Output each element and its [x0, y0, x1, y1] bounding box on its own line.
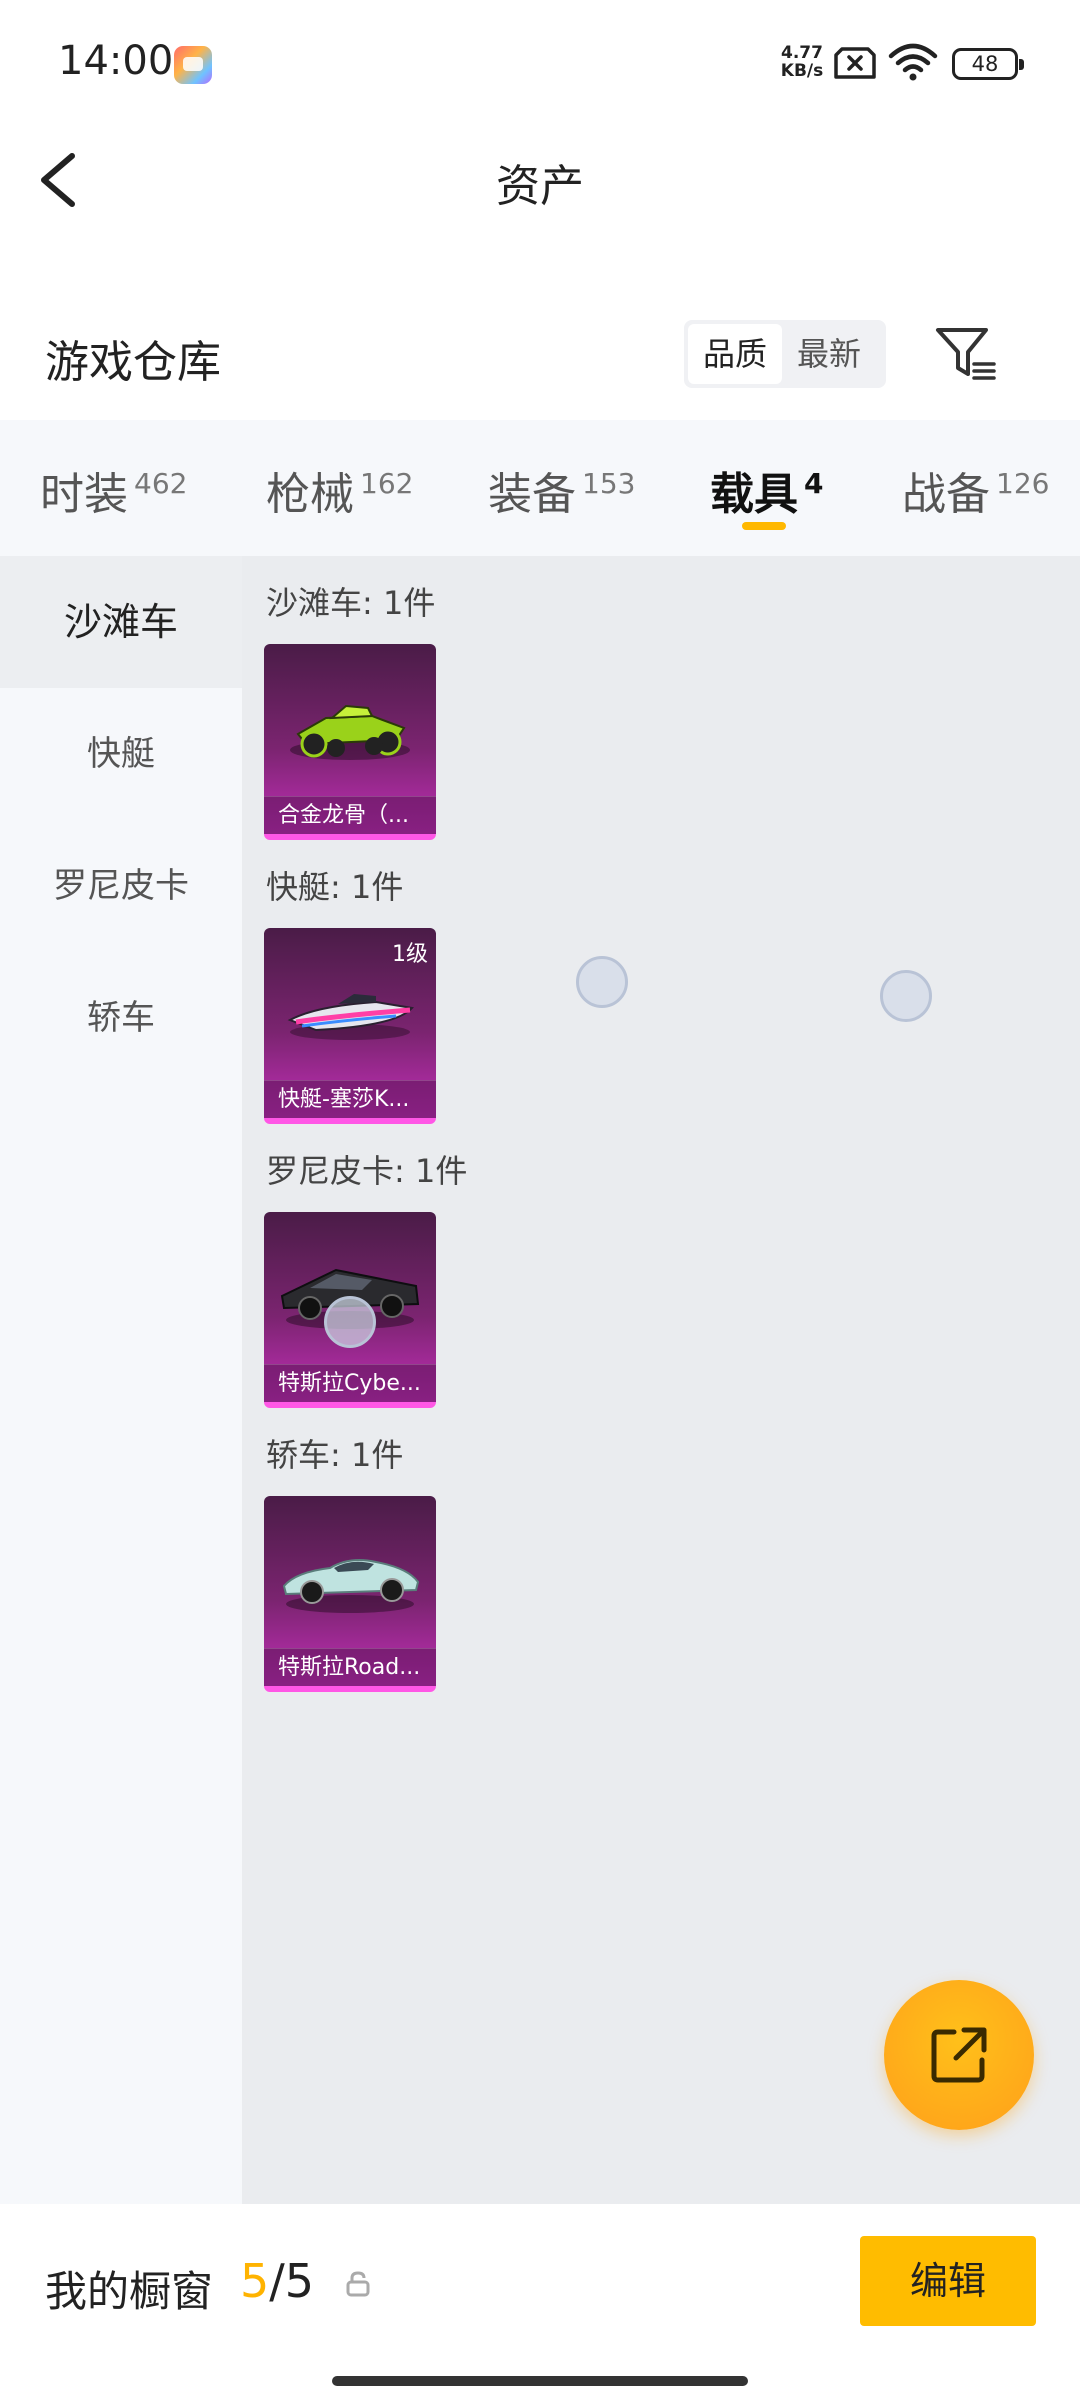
speedboat-image — [287, 994, 414, 1040]
item-name: 特斯拉Cybe... — [264, 1364, 436, 1402]
tab-supplies[interactable]: 战备 126 — [902, 458, 1049, 522]
tab-equipment[interactable]: 装备 153 — [488, 458, 635, 522]
side-item-beach-buggy[interactable]: 沙滩车 — [0, 556, 242, 688]
tab-label: 时装 — [40, 469, 128, 520]
item-card-sedan[interactable]: 特斯拉Road... — [264, 1496, 436, 1692]
battery-level: 48 — [971, 52, 999, 76]
tab-label: 载具 — [710, 469, 798, 520]
tab-count: 162 — [360, 467, 414, 500]
sort-option-newest[interactable]: 最新 — [782, 324, 876, 384]
side-item-sedan[interactable]: 轿车 — [0, 952, 242, 1084]
showcase-current: 5 — [240, 2254, 270, 2308]
roadster-image — [282, 1559, 420, 1613]
wifi-icon — [888, 42, 938, 86]
tab-count: 4 — [804, 467, 824, 500]
group-label-speedboat: 快艇: 1件 — [266, 868, 404, 906]
lock-icon — [344, 2270, 372, 2302]
group-label-pickup: 罗尼皮卡: 1件 — [266, 1152, 468, 1190]
tab-vehicles[interactable]: 载具 4 — [710, 458, 823, 522]
side-item-speedboat[interactable]: 快艇 — [0, 688, 242, 820]
tab-label: 装备 — [488, 469, 576, 520]
touch-indicator — [576, 956, 628, 1008]
filter-button[interactable] — [930, 318, 1000, 388]
tab-count: 462 — [134, 467, 188, 500]
gallery-app-icon — [174, 46, 212, 84]
network-speed-value: 4.77 — [781, 43, 823, 63]
share-button[interactable] — [884, 1980, 1034, 2130]
group-label-beach-buggy: 沙滩车: 1件 — [266, 584, 436, 622]
status-bar: 14:00 4.77 KB/s 48 — [0, 0, 1080, 130]
item-name: 合金龙骨（... — [264, 796, 436, 834]
tab-count: 126 — [996, 467, 1050, 500]
buggy-image — [290, 704, 410, 760]
side-item-pickup[interactable]: 罗尼皮卡 — [0, 820, 242, 952]
tab-fashion[interactable]: 时装 462 — [40, 458, 187, 522]
network-speed: 4.77 KB/s — [776, 44, 828, 80]
battery-icon: 48 — [952, 48, 1024, 80]
item-name: 特斯拉Road... — [264, 1648, 436, 1686]
touch-indicator — [324, 1296, 376, 1348]
warehouse-title: 游戏仓库 — [45, 337, 221, 388]
group-label-sedan: 轿车: 1件 — [266, 1436, 404, 1474]
share-external-icon — [931, 2027, 987, 2083]
showcase-count: 5/5 — [240, 2254, 314, 2308]
showcase-label: 我的橱窗 — [45, 2267, 214, 2316]
home-indicator[interactable] — [332, 2376, 748, 2386]
tab-count: 153 — [582, 467, 636, 500]
item-card-speedboat[interactable]: 1级 快艇-塞莎K... — [264, 928, 436, 1124]
page-title: 资产 — [496, 161, 584, 212]
showcase-total: /5 — [269, 2254, 315, 2308]
tab-guns[interactable]: 枪械 162 — [266, 458, 413, 522]
category-tabs: 时装 462 枪械 162 装备 153 载具 4 战备 126 — [0, 420, 1080, 556]
network-speed-unit: KB/s — [780, 61, 824, 81]
showcase-bar: 我的橱窗 5/5 编辑 — [0, 2204, 1080, 2400]
item-name: 快艇-塞莎K... — [264, 1080, 436, 1118]
vehicle-list: 沙滩车: 1件 合金龙骨（... 快艇: 1件 1级 快艇-塞莎K... 罗尼皮… — [242, 556, 1080, 2204]
filter-icon — [936, 328, 996, 380]
side-nav: 沙滩车 快艇 罗尼皮卡 轿车 — [0, 556, 242, 2204]
active-tab-indicator — [742, 522, 786, 530]
touch-indicator — [880, 970, 932, 1022]
status-time: 14:00 — [58, 38, 174, 84]
item-card-beach-buggy[interactable]: 合金龙骨（... — [264, 644, 436, 840]
tab-label: 枪械 — [266, 469, 354, 520]
tab-label: 战备 — [902, 469, 990, 520]
sort-toggle: 品质 最新 — [684, 320, 886, 388]
sim-x-icon — [834, 46, 876, 84]
edit-button[interactable]: 编辑 — [860, 2236, 1036, 2326]
sort-option-quality[interactable]: 品质 — [688, 324, 782, 384]
